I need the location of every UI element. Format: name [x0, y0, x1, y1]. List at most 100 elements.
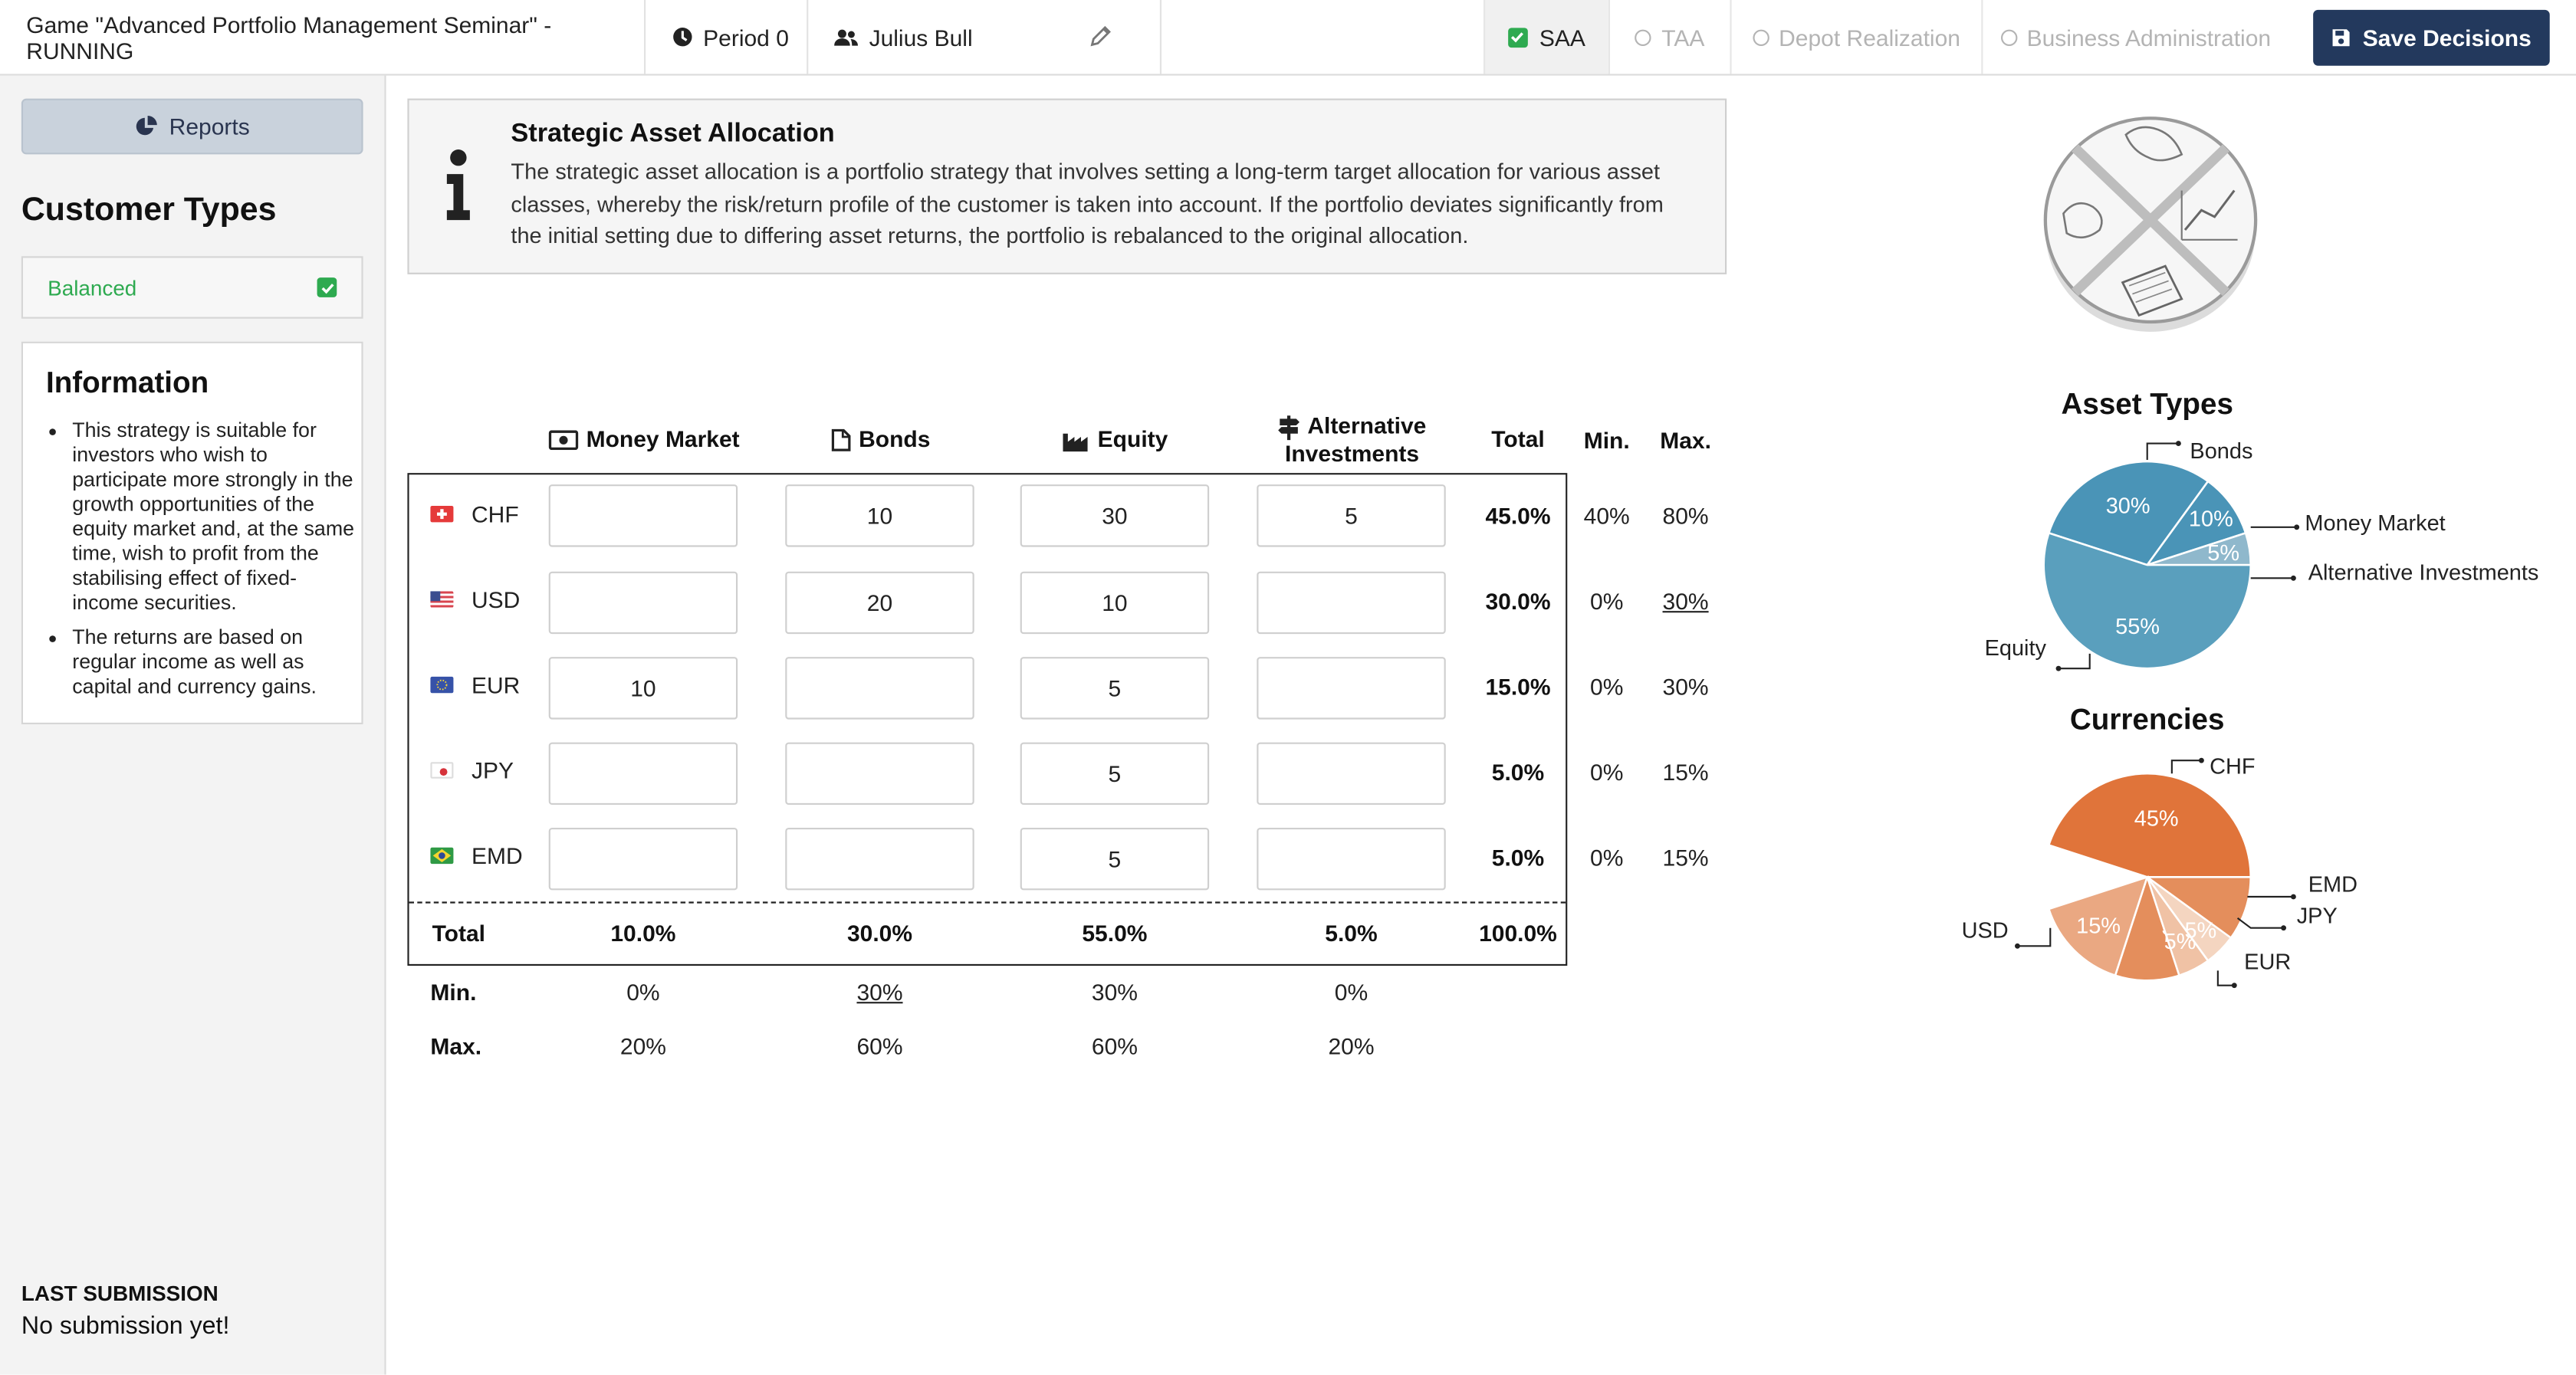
min-row-label: Min.: [430, 979, 477, 1006]
input-chf-bonds[interactable]: 10: [785, 484, 974, 547]
input-chf-alternative[interactable]: 5: [1257, 484, 1446, 547]
input-chf-money-market[interactable]: [548, 484, 738, 547]
min-money-market: 0%: [626, 979, 660, 1006]
legend-chf: CHF: [2210, 753, 2256, 779]
information-list: This strategy is suitable for investors …: [23, 418, 361, 709]
max-equity: 60%: [1091, 1032, 1138, 1060]
asset-types-title: Asset Types: [2061, 387, 2233, 421]
legend-usd: USD: [1961, 917, 2009, 943]
input-emd-alternative[interactable]: [1257, 828, 1446, 891]
input-usd-alternative[interactable]: [1257, 571, 1446, 635]
input-eur-bonds[interactable]: [785, 657, 974, 720]
legend-jpy: JPY: [2296, 903, 2338, 928]
input-chf-equity[interactable]: 30: [1020, 484, 1210, 547]
pie-leader-dot: [2176, 441, 2181, 446]
row-currency: EMD: [472, 842, 523, 869]
top-bar: Game "Advanced Portfolio Management Semi…: [0, 0, 2576, 76]
max-money-market: 20%: [619, 1032, 666, 1060]
customer-types-title: Customer Types: [21, 192, 277, 228]
customer-type-balanced[interactable]: Balanced: [21, 256, 363, 319]
period-indicator: Period 0: [646, 0, 809, 74]
banner-title: Strategic Asset Allocation: [511, 120, 835, 148]
row-total: 30.0%: [1485, 588, 1551, 615]
pie-slice-label: 55%: [2115, 615, 2160, 639]
checkbox-checked-icon: [317, 277, 337, 297]
pie-leader-line: [2236, 917, 2284, 929]
last-submission-label: LAST SUBMISSION: [21, 1281, 219, 1306]
pie-leader-dot: [2199, 757, 2204, 763]
pie-slice-label: 5%: [2207, 541, 2239, 566]
header-equity: Equity: [1019, 425, 1213, 451]
header-money-market-label: Money Market: [586, 425, 740, 452]
header-bonds: Bonds: [784, 425, 978, 452]
row-label-eur: EUR: [430, 671, 520, 698]
header-total: Total: [1491, 425, 1545, 452]
industry-icon: [1063, 430, 1089, 451]
legend-equity: Equity: [1984, 635, 2046, 661]
information-title: Information: [46, 366, 209, 399]
information-item: This strategy is suitable for investors …: [72, 418, 361, 615]
tab-saa[interactable]: SAA: [1483, 0, 1608, 74]
eu-flag-icon: [430, 676, 454, 694]
currencies-title: Currencies: [2069, 703, 2225, 736]
reports-button[interactable]: Reports: [21, 98, 363, 155]
input-eur-equity[interactable]: 5: [1020, 657, 1210, 720]
input-eur-money-market[interactable]: 10: [548, 657, 738, 720]
row-currency: CHF: [472, 500, 519, 527]
users-icon: [833, 27, 859, 47]
input-eur-alternative[interactable]: [1257, 657, 1446, 720]
pie-slice-label: 5%: [2184, 919, 2216, 943]
info-icon: [445, 149, 472, 230]
user-box: Julius Bull: [808, 0, 1162, 74]
input-usd-bonds[interactable]: 20: [785, 571, 974, 635]
pie-leader-line: [2058, 653, 2091, 670]
tab-taa-label: TAA: [1661, 24, 1705, 51]
japan-flag-icon: [430, 762, 454, 779]
header-alt-line1: Alternative: [1307, 412, 1427, 439]
min-equity: 30%: [1091, 979, 1138, 1006]
input-usd-money-market[interactable]: [548, 571, 738, 635]
pie-slice-label: 45%: [2134, 807, 2179, 832]
information-card: Information This strategy is suitable fo…: [21, 341, 363, 724]
game-title-text: Game "Advanced Portfolio Management Semi…: [26, 10, 552, 64]
input-jpy-alternative[interactable]: [1257, 742, 1446, 805]
pie-leader-dot: [2055, 665, 2062, 671]
pie-leader-line: [2170, 760, 2202, 774]
row-max: 80%: [1662, 502, 1709, 529]
row-min: 0%: [1590, 758, 1624, 786]
checkbox-checked-icon: [1508, 27, 1528, 48]
radio-empty-icon: [1752, 28, 1769, 45]
save-decisions-label: Save Decisions: [2362, 25, 2532, 51]
swiss-flag-icon: [430, 506, 454, 523]
tab-taa[interactable]: TAA: [1608, 0, 1730, 74]
legend-eur: EUR: [2244, 949, 2292, 974]
row-label-emd: EMD: [430, 842, 523, 869]
row-total: 5.0%: [1491, 758, 1545, 786]
customer-type-label: Balanced: [48, 274, 137, 300]
signpost-icon: [1277, 415, 1300, 440]
header-equity-label: Equity: [1097, 425, 1168, 452]
row-min: 0%: [1590, 673, 1624, 700]
header-alt-line2: Investments: [1285, 440, 1420, 467]
pie-slice-label: 30%: [2106, 494, 2150, 518]
header-alternative-investments: Alternative Investments: [1254, 412, 1451, 468]
input-jpy-bonds[interactable]: [785, 742, 974, 805]
input-emd-equity[interactable]: 5: [1020, 828, 1210, 891]
save-decisions-button[interactable]: Save Decisions: [2313, 9, 2550, 66]
edit-pencil-icon[interactable]: [1089, 25, 1112, 52]
info-banner: Strategic Asset Allocation The strategic…: [407, 98, 1727, 274]
input-jpy-money-market[interactable]: [548, 742, 738, 805]
grand-total: 100.0%: [1479, 920, 1557, 947]
pie-leader-line: [2017, 927, 2052, 947]
us-flag-icon: [430, 591, 454, 608]
input-jpy-equity[interactable]: 5: [1020, 742, 1210, 805]
input-usd-equity[interactable]: 10: [1020, 571, 1210, 635]
input-emd-money-market[interactable]: [548, 828, 738, 891]
tab-business-administration[interactable]: Business Administration: [1981, 0, 2288, 74]
tab-depot-label: Depot Realization: [1779, 24, 1960, 51]
tab-depot-realization[interactable]: Depot Realization: [1730, 0, 1981, 74]
header-bonds-label: Bonds: [859, 425, 931, 452]
max-alternative: 20%: [1328, 1032, 1375, 1060]
input-emd-bonds[interactable]: [785, 828, 974, 891]
legend-emd: EMD: [2308, 871, 2358, 897]
